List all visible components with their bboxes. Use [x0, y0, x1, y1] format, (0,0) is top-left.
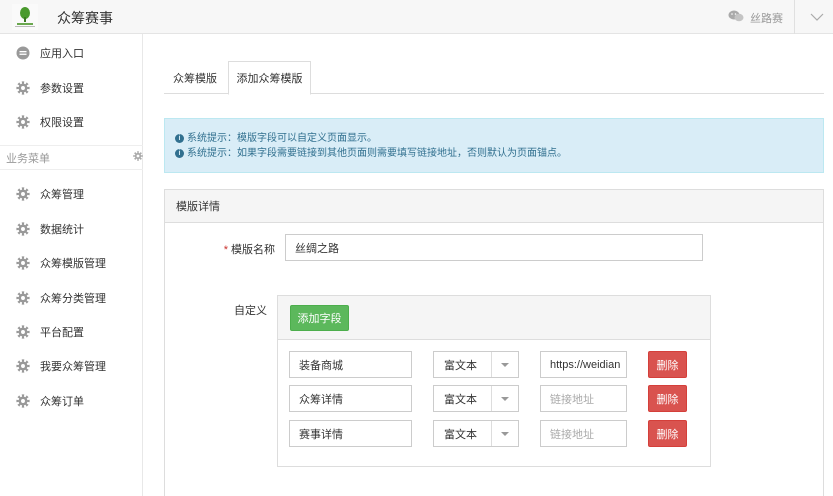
info-circle-icon: i	[175, 149, 184, 158]
section-title: 业务菜单	[6, 153, 50, 165]
sidebar-item-label: 权限设置	[40, 117, 84, 129]
gear-icon	[16, 222, 30, 236]
button-label: 删除	[656, 393, 679, 406]
delete-field-button[interactable]: 删除	[648, 420, 687, 447]
input-placeholder: 链接地址	[550, 393, 594, 406]
select-value: 富文本	[444, 393, 477, 406]
info-circle-icon: i	[175, 134, 184, 143]
tab-label: 众筹模版	[173, 72, 217, 85]
gear-icon	[16, 359, 30, 373]
select-divider	[491, 386, 492, 411]
sidebar-item-label: 众筹分类管理	[40, 293, 106, 305]
tab-templates[interactable]: 众筹模版	[164, 61, 226, 94]
alert-text: 系统提示：如果字段需要链接到其他页面则需要填写链接地址，否则默认为页面锚点。	[187, 148, 567, 159]
user-icon	[728, 9, 744, 26]
sidebar-item-label: 平台配置	[40, 327, 84, 339]
gear-icon	[16, 187, 30, 201]
input-value: 丝绸之路	[295, 242, 339, 255]
caret-down-icon	[501, 432, 509, 436]
field-type-select[interactable]: 富文本	[433, 420, 519, 447]
alert-text: 系统提示：模版字段可以自定义页面显示。	[187, 133, 377, 144]
input-value: 众筹详情	[299, 393, 343, 406]
gear-icon	[16, 291, 30, 305]
sidebar-item-label: 参数设置	[40, 83, 84, 95]
tab-add-template[interactable]: 添加众筹模版	[228, 61, 311, 95]
select-value: 富文本	[444, 428, 477, 441]
field-link-input[interactable]: https://weidian	[540, 351, 627, 378]
tab-bar: 众筹模版 添加众筹模版	[164, 61, 824, 95]
select-divider	[491, 352, 492, 377]
sidebar-item-platform-config[interactable]: 平台配置	[0, 317, 143, 347]
sidebar-item-statistics[interactable]: 数据统计	[0, 214, 143, 244]
user-menu[interactable]: 丝路赛	[728, 9, 783, 26]
gear-icon[interactable]	[133, 151, 143, 161]
input-value: 装备商城	[299, 359, 343, 372]
sidebar: 应用入口 参数设置 权限设置 业务菜单 众筹管理 数据统计 众筹模版管理 众筹分…	[0, 34, 143, 496]
sidebar-item-label: 众筹模版管理	[40, 258, 106, 270]
sidebar-divider	[0, 169, 143, 170]
custom-label: 自定义	[200, 302, 267, 318]
field-name-input[interactable]: 赛事详情	[289, 420, 412, 447]
alert-line: i 系统提示：如果字段需要链接到其他页面则需要填写链接地址，否则默认为页面锚点。	[175, 146, 813, 161]
custom-fields-header: 添加字段	[278, 296, 710, 340]
gear-icon	[16, 325, 30, 339]
sidebar-item-label: 应用入口	[40, 48, 84, 60]
input-placeholder: 链接地址	[550, 428, 594, 441]
sidebar-item-label: 众筹订单	[40, 396, 84, 408]
sidebar-item-orders[interactable]: 众筹订单	[0, 386, 143, 416]
sidebar-item-my-crowdfunding[interactable]: 我要众筹管理	[0, 351, 143, 381]
input-value: 赛事详情	[299, 428, 343, 441]
template-name-label: * 模版名称	[200, 241, 275, 257]
field-link-input[interactable]: 链接地址	[540, 385, 627, 412]
delete-field-button[interactable]: 删除	[648, 385, 687, 412]
sidebar-item-label: 我要众筹管理	[40, 361, 106, 373]
sidebar-item-permission-settings[interactable]: 权限设置	[0, 107, 143, 137]
delete-field-button[interactable]: 删除	[648, 351, 687, 378]
label-text: 模版名称	[231, 244, 275, 256]
sidebar-item-label: 数据统计	[40, 224, 84, 236]
gear-icon	[16, 81, 30, 95]
gear-icon	[16, 394, 30, 408]
sidebar-item-param-settings[interactable]: 参数设置	[0, 73, 143, 103]
label-text: 自定义	[234, 305, 267, 317]
button-label: 删除	[656, 359, 679, 372]
field-link-input[interactable]: 链接地址	[540, 420, 627, 447]
field-name-input[interactable]: 装备商城	[289, 351, 412, 378]
panel-header: 模版详情	[165, 190, 823, 223]
sidebar-section-business: 业务菜单	[0, 147, 143, 169]
top-bar: 众筹赛事 丝路赛	[0, 0, 833, 34]
caret-down-icon	[501, 397, 509, 401]
sidebar-divider	[0, 145, 143, 146]
template-name-input[interactable]: 丝绸之路	[285, 234, 703, 261]
alert-line: i 系统提示：模版字段可以自定义页面显示。	[175, 131, 813, 146]
panel-title: 模版详情	[176, 201, 220, 213]
required-mark: *	[223, 244, 228, 256]
add-field-button[interactable]: 添加字段	[290, 305, 349, 331]
field-type-select[interactable]: 富文本	[433, 385, 519, 412]
sidebar-item-category-management[interactable]: 众筹分类管理	[0, 283, 143, 313]
user-name: 丝路赛	[750, 12, 783, 25]
sidebar-item-app-entry[interactable]: 应用入口	[0, 38, 143, 68]
button-label: 添加字段	[297, 313, 342, 325]
field-type-select[interactable]: 富文本	[433, 351, 519, 378]
button-label: 删除	[656, 428, 679, 441]
select-divider	[491, 421, 492, 446]
sidebar-item-label: 众筹管理	[40, 189, 84, 201]
select-value: 富文本	[444, 359, 477, 372]
chat-icon	[16, 46, 30, 60]
system-alert: i 系统提示：模版字段可以自定义页面显示。 i 系统提示：如果字段需要链接到其他…	[164, 118, 824, 173]
caret-down-icon	[501, 363, 509, 367]
tab-label: 添加众筹模版	[236, 73, 303, 85]
leaf-logo[interactable]	[12, 4, 38, 30]
sidebar-item-crowdfunding[interactable]: 众筹管理	[0, 179, 143, 209]
gear-icon	[16, 115, 30, 129]
field-name-input[interactable]: 众筹详情	[289, 385, 412, 412]
input-value: https://weidian	[550, 358, 621, 371]
chevron-down-icon[interactable]	[807, 7, 827, 27]
top-divider	[794, 0, 795, 34]
gear-icon	[16, 256, 30, 270]
sidebar-item-template-management[interactable]: 众筹模版管理	[0, 248, 143, 278]
app-title: 众筹赛事	[57, 10, 113, 26]
